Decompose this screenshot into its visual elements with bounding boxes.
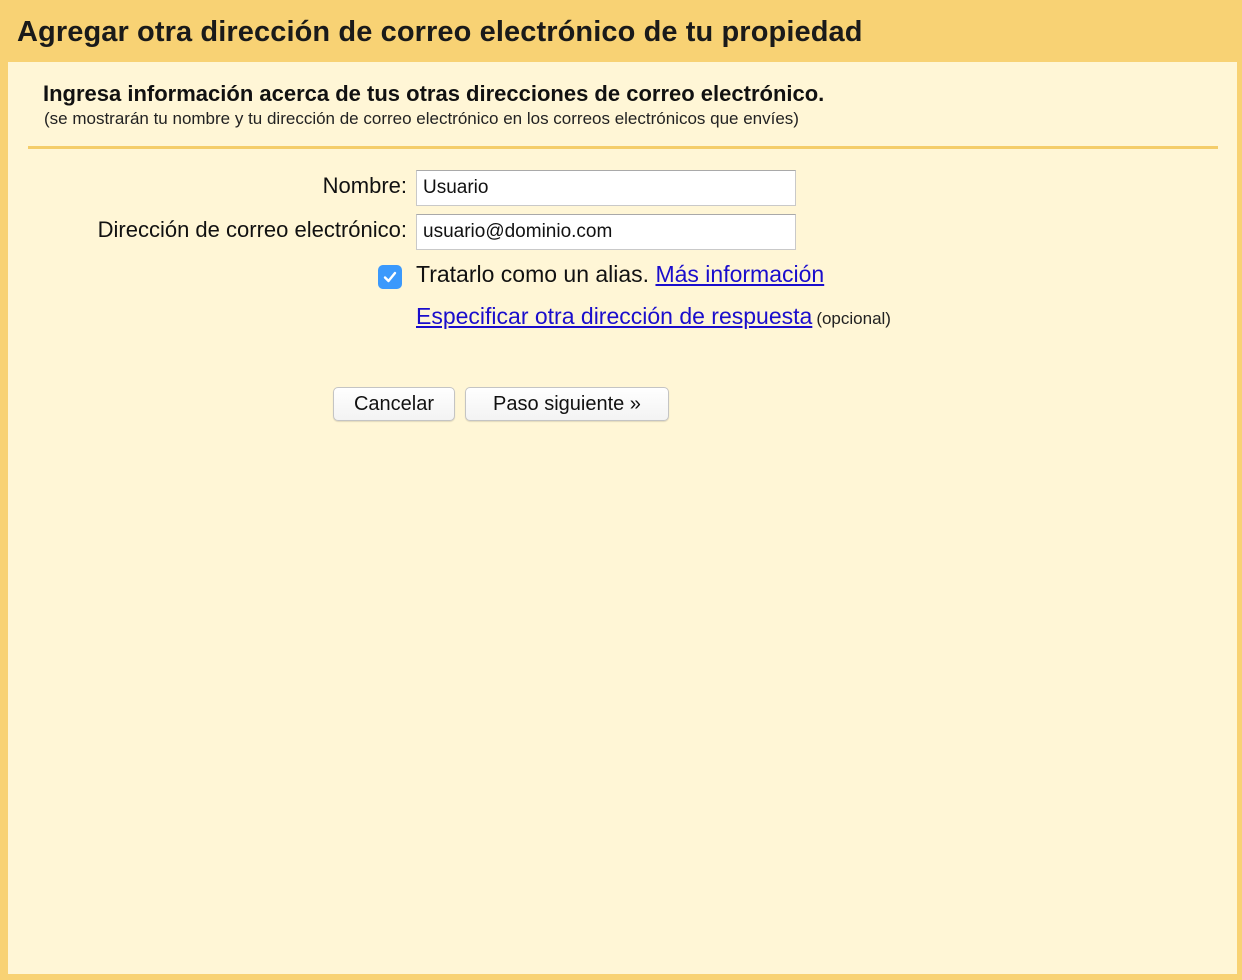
alias-checkbox[interactable] (378, 265, 402, 289)
add-email-dialog: Agregar otra dirección de correo electró… (0, 0, 1242, 980)
checkmark-icon (383, 271, 397, 283)
form-subheading: (se mostrarán tu nombre y tu dirección d… (44, 109, 799, 128)
email-field[interactable] (416, 214, 796, 250)
next-step-button[interactable]: Paso siguiente » (465, 387, 669, 421)
optional-note: (opcional) (816, 309, 891, 328)
more-info-link[interactable]: Más información (655, 261, 824, 287)
alias-label[interactable]: Tratarlo como un alias. (416, 261, 649, 287)
dialog-title: Agregar otra dirección de correo electró… (17, 16, 863, 48)
alias-row: Tratarlo como un alias. Más información (416, 261, 824, 288)
email-label: Dirección de correo electrónico: (97, 217, 407, 242)
divider (28, 146, 1218, 149)
form-heading: Ingresa información acerca de tus otras … (43, 81, 825, 106)
dialog-body: Ingresa información acerca de tus otras … (8, 62, 1237, 974)
name-label: Nombre: (322, 173, 407, 198)
reply-row: Especificar otra dirección de respuesta(… (416, 303, 891, 330)
name-field[interactable] (416, 170, 796, 206)
cancel-button[interactable]: Cancelar (333, 387, 455, 421)
reply-address-link[interactable]: Especificar otra dirección de respuesta (416, 303, 812, 329)
